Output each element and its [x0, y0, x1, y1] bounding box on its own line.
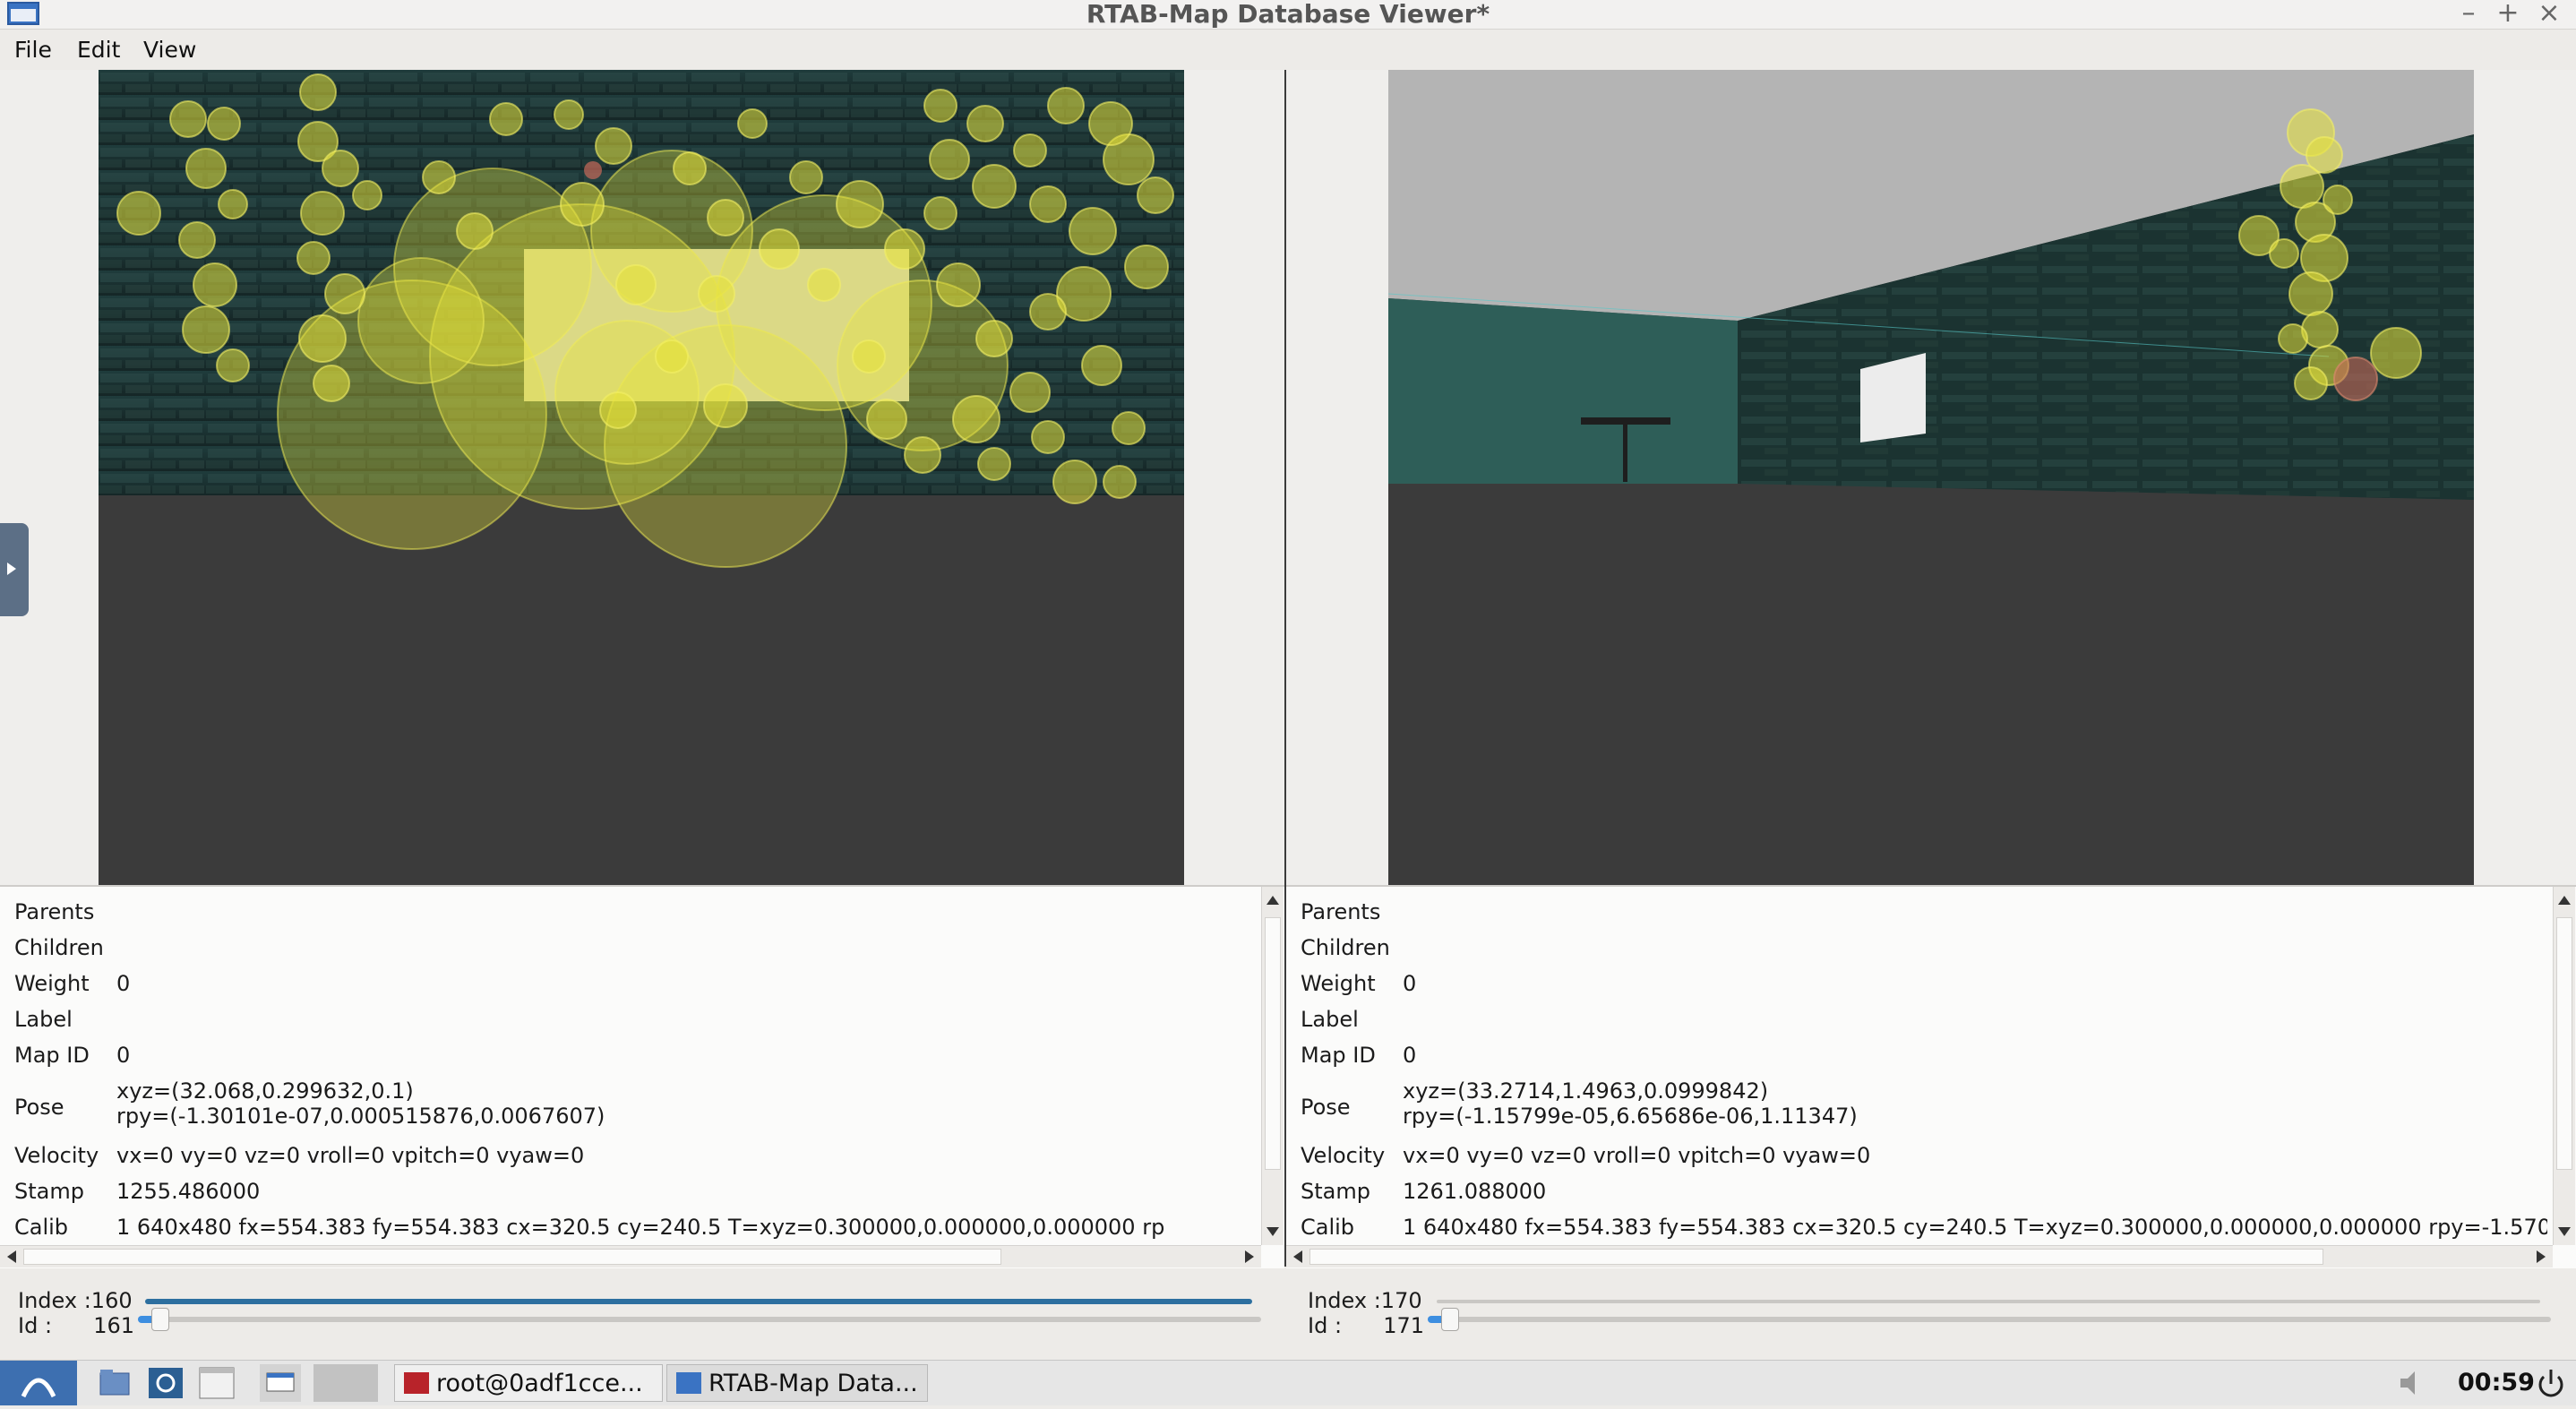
scrollbar-thumb[interactable]	[1265, 917, 1281, 1170]
scroll-down-icon[interactable]	[2558, 1227, 2571, 1236]
scroll-left-icon[interactable]	[7, 1250, 16, 1263]
id-value: 171	[1383, 1313, 1424, 1338]
close-icon[interactable]: ×	[2531, 0, 2567, 29]
desktop-1-icon[interactable]	[260, 1364, 301, 1402]
stamp-value: 1255.486000	[116, 1179, 261, 1204]
scroll-up-icon[interactable]	[2558, 896, 2571, 905]
velocity-value: vx=0 vy=0 vz=0 vroll=0 vpitch=0 vyaw=0	[1403, 1143, 1871, 1168]
pose-xyz: xyz=(33.2714,1.4963,0.0999842)	[1403, 1078, 1769, 1104]
right-image-panel	[1286, 70, 2576, 885]
minimize-icon[interactable]: –	[2451, 0, 2486, 29]
scrollbar-thumb[interactable]	[2556, 917, 2572, 1170]
horizontal-scrollbar[interactable]	[0, 1245, 1261, 1267]
dock-expand-handle[interactable]	[0, 523, 29, 616]
mapid-value: 0	[1403, 1043, 1417, 1068]
task-rtabmap[interactable]: RTAB-Map Data...	[666, 1364, 928, 1402]
desktop-2-icon[interactable]	[313, 1364, 378, 1402]
velocity-value: vx=0 vy=0 vz=0 vroll=0 vpitch=0 vyaw=0	[116, 1143, 585, 1168]
weight-value: 0	[116, 971, 131, 996]
vertical-scrollbar[interactable]	[2553, 887, 2575, 1245]
id-slider-handle[interactable]	[1441, 1308, 1460, 1331]
index-label: Index :170	[1308, 1288, 1422, 1313]
start-menu-icon[interactable]	[0, 1361, 77, 1405]
scroll-left-icon[interactable]	[1293, 1250, 1302, 1263]
file-manager-icon[interactable]	[97, 1364, 133, 1402]
system-settings-icon[interactable]	[147, 1364, 185, 1402]
menu-bar: File Edit View	[0, 30, 2576, 70]
table-row: Calib 1 640x480 fx=554.383 fy=554.383 cx=…	[14, 1215, 1164, 1241]
scrollbar-thumb[interactable]	[1309, 1249, 2323, 1265]
stamp-value: 1261.088000	[1403, 1179, 1547, 1204]
left-camera-image	[99, 70, 1184, 885]
index-slider[interactable]	[1437, 1300, 2540, 1303]
index-value: 170	[1380, 1288, 1422, 1313]
task-terminal[interactable]: root@0adf1cce...	[394, 1364, 663, 1402]
calib-value: 1 640x480 fx=554.383 fy=554.383 cx=320.5…	[116, 1215, 1164, 1240]
horizontal-scrollbar[interactable]	[1286, 1245, 2553, 1267]
id-value: 161	[93, 1313, 134, 1338]
clock: 00:59	[2458, 1369, 2535, 1396]
maximize-icon[interactable]: +	[2490, 0, 2526, 29]
left-image-panel	[0, 70, 1284, 885]
id-slider[interactable]	[1428, 1317, 2551, 1322]
mapid-value: 0	[116, 1043, 131, 1068]
menu-view[interactable]: View	[143, 30, 196, 70]
id-label: Id :	[18, 1313, 53, 1338]
window-title: RTAB-Map Database Viewer*	[1086, 0, 1490, 29]
power-icon[interactable]	[2533, 1364, 2569, 1402]
pose-rpy: rpy=(-1.30101e-07,0.000515876,0.0067607)	[116, 1104, 605, 1129]
id-label: Id :	[1308, 1313, 1343, 1338]
scroll-right-icon[interactable]	[2537, 1250, 2546, 1263]
table-row: Calib 1 640x480 fx=554.383 fy=554.383 cx=…	[1301, 1215, 2547, 1241]
right-node-info-table[interactable]: Parents Children Weight 0 Label Map ID 0 P…	[1286, 885, 2576, 1268]
calib-value: 1 640x480 fx=554.383 fy=554.383 cx=320.5…	[1403, 1215, 2547, 1240]
weight-value: 0	[1403, 971, 1417, 996]
rtabmap-window-icon	[676, 1372, 701, 1394]
title-bar: RTAB-Map Database Viewer* – + ×	[0, 0, 2576, 30]
pose-xyz: xyz=(32.068,0.299632,0.1)	[116, 1078, 414, 1104]
scroll-up-icon[interactable]	[1267, 896, 1279, 905]
id-slider-handle[interactable]	[151, 1308, 170, 1331]
index-slider[interactable]	[145, 1299, 1252, 1304]
menu-edit[interactable]: Edit	[77, 30, 120, 70]
right-camera-image	[1388, 70, 2474, 885]
volume-icon[interactable]	[2393, 1364, 2429, 1402]
vertical-scrollbar[interactable]	[1261, 887, 1284, 1245]
scrollbar-thumb[interactable]	[23, 1249, 1001, 1265]
index-label: Index :160	[18, 1288, 133, 1313]
terminal-icon	[404, 1372, 429, 1394]
index-value: 160	[90, 1288, 133, 1313]
menu-file[interactable]: File	[14, 30, 52, 70]
terminal-launcher-icon[interactable]	[197, 1364, 236, 1402]
id-slider[interactable]	[138, 1317, 1261, 1322]
scroll-right-icon[interactable]	[1245, 1250, 1254, 1263]
pose-rpy: rpy=(-1.15799e-05,6.65686e-06,1.11347)	[1403, 1104, 1858, 1129]
left-node-info-table[interactable]: Parents Children Weight 0 Label Map ID 0 P…	[0, 885, 1284, 1268]
taskbar: root@0adf1cce... RTAB-Map Data... 00:59	[0, 1360, 2576, 1405]
scroll-down-icon[interactable]	[1267, 1227, 1279, 1236]
